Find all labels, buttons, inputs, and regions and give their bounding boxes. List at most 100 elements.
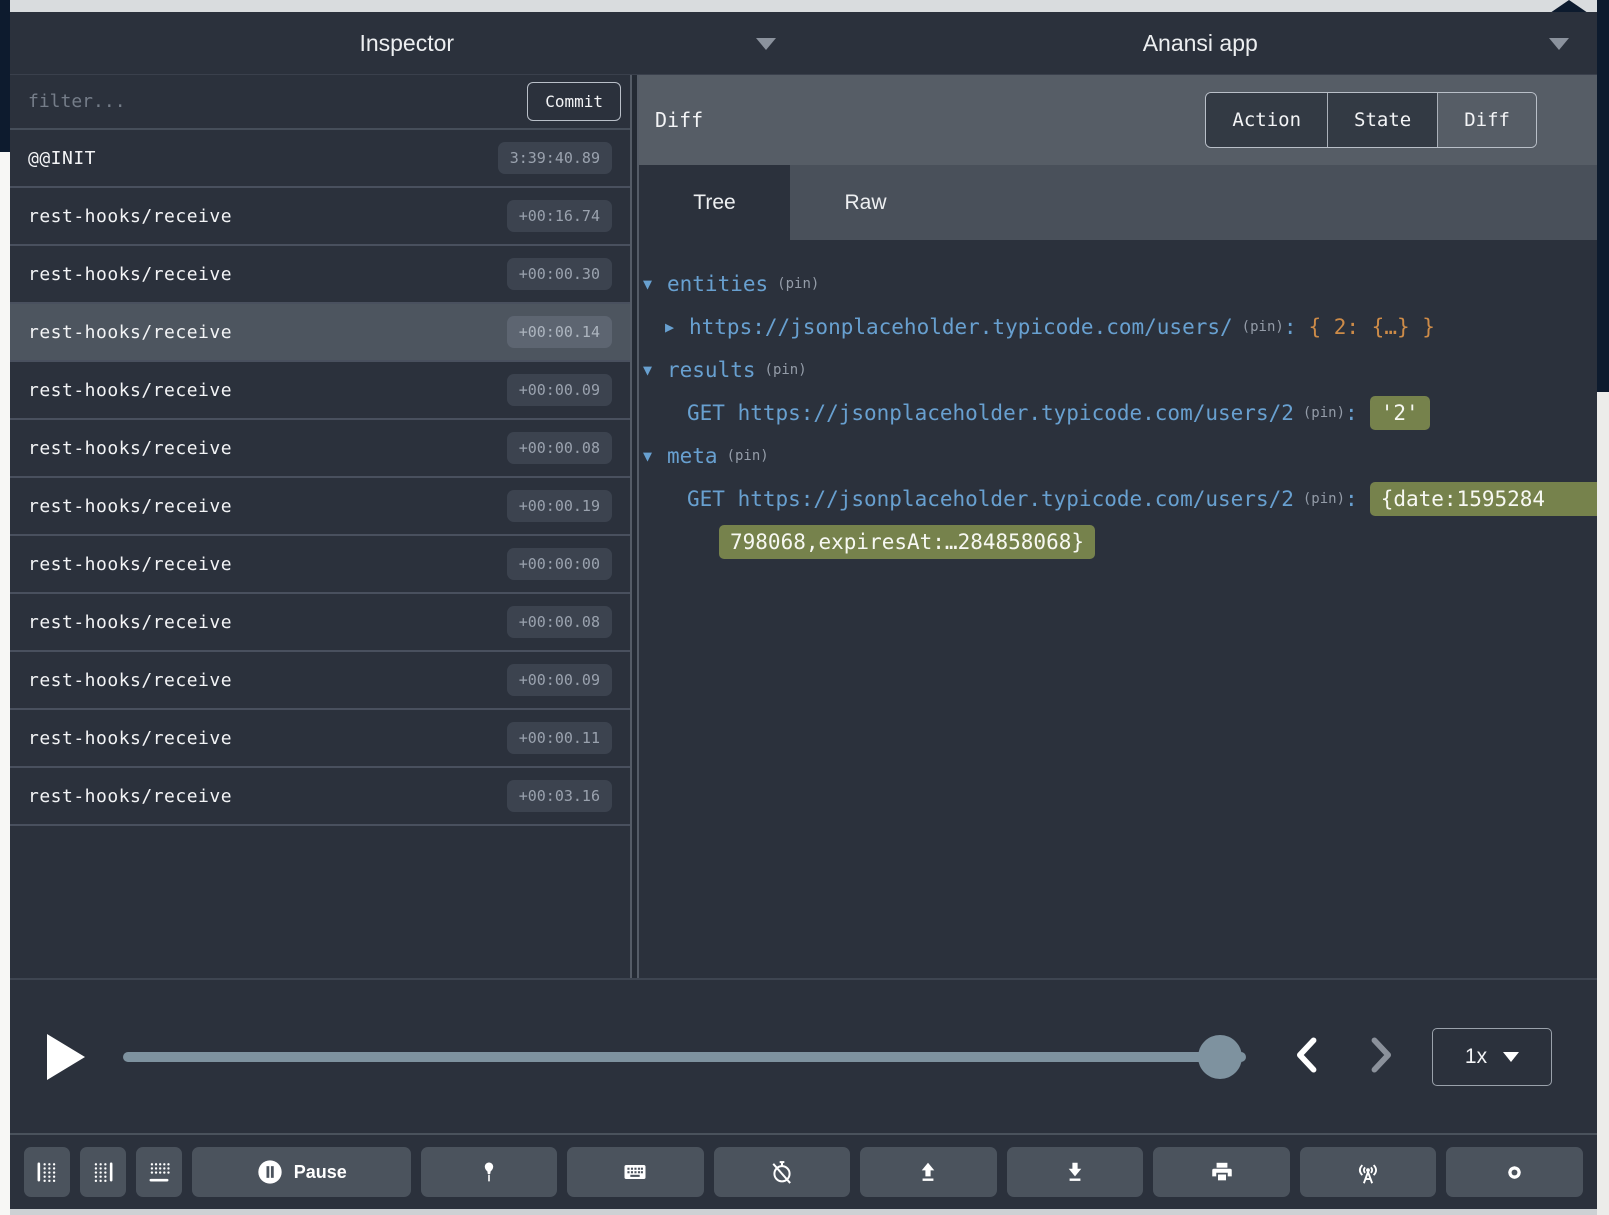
action-row[interactable]: rest-hooks/receive +00:00.09: [10, 362, 630, 420]
instance-selector[interactable]: Anansi app: [804, 12, 1598, 74]
tree-key[interactable]: results: [667, 358, 756, 382]
pin-link[interactable]: (pin): [1303, 491, 1345, 507]
download-icon: [1062, 1159, 1088, 1185]
timeline-thumb[interactable]: [1198, 1035, 1242, 1079]
action-row[interactable]: rest-hooks/receive +00:00.08: [10, 594, 630, 652]
timeline-slider[interactable]: [123, 1035, 1246, 1079]
step-back-button[interactable]: [1279, 1027, 1339, 1087]
action-row[interactable]: rest-hooks/receive +00:16.74: [10, 188, 630, 246]
action-row[interactable]: rest-hooks/receive +00:00.14: [10, 304, 630, 362]
action-timestamp-badge: +00:03.16: [507, 780, 612, 812]
chevron-down-icon: [1549, 38, 1569, 50]
tree-row: ▼entities (pin): [639, 262, 1597, 305]
action-timestamp-badge: +00:00:00: [507, 548, 612, 580]
diff-tree: ▼entities(pin)▶https://jsonplaceholder.t…: [639, 240, 1597, 978]
tab-raw[interactable]: Raw: [790, 165, 941, 240]
inspector-title: Diff: [655, 108, 703, 132]
dock-right-button[interactable]: [80, 1147, 126, 1197]
pause-button-label: Pause: [294, 1162, 347, 1183]
page-behind-left-white: [0, 152, 10, 1215]
tree-row: ▼results (pin): [639, 348, 1597, 391]
monitor-selector-label: Inspector: [359, 30, 454, 57]
broadcast-button[interactable]: [1300, 1147, 1437, 1197]
play-icon: [47, 1034, 85, 1080]
instance-selector-label: Anansi app: [1143, 30, 1258, 57]
tab-tree[interactable]: Tree: [639, 165, 790, 240]
collapse-arrow-icon[interactable]: ▼: [643, 361, 667, 379]
playback-speed-label: 1x: [1465, 1045, 1487, 1069]
page-behind-top-strip: [0, 0, 1609, 12]
dock-left-button[interactable]: [24, 1147, 70, 1197]
tree-row: GET https://jsonplaceholder.typicode.com…: [639, 391, 1597, 434]
timeline-track: [123, 1052, 1246, 1062]
view-tabs: Tree Raw: [639, 165, 1597, 240]
action-row[interactable]: rest-hooks/receive +00:03.16: [10, 768, 630, 826]
action-row[interactable]: rest-hooks/receive +00:00.30: [10, 246, 630, 304]
stopwatch-off-button[interactable]: [714, 1147, 851, 1197]
filter-input[interactable]: [10, 91, 527, 112]
tree-key[interactable]: GET https://jsonplaceholder.typicode.com…: [687, 401, 1294, 425]
tab-action[interactable]: Action: [1206, 93, 1328, 147]
tree-value: { 2: {…} }: [1308, 315, 1434, 339]
tree-key[interactable]: https://jsonplaceholder.typicode.com/use…: [689, 315, 1233, 339]
action-timestamp-badge: 3:39:40.89: [498, 142, 612, 174]
action-row[interactable]: rest-hooks/receive +00:00.08: [10, 420, 630, 478]
tab-diff[interactable]: Diff: [1438, 93, 1536, 147]
pin-link[interactable]: (pin): [1303, 405, 1345, 421]
action-type-label: rest-hooks/receive: [28, 612, 232, 633]
stopwatch-off-icon: [768, 1158, 796, 1186]
page-behind-bottom-strip: [10, 1209, 1597, 1215]
pin-button[interactable]: [421, 1147, 558, 1197]
action-row[interactable]: rest-hooks/receive +00:00.11: [10, 710, 630, 768]
action-timestamp-badge: +00:00.09: [507, 374, 612, 406]
collapse-arrow-icon[interactable]: ▼: [643, 275, 667, 293]
settings-gear-button[interactable]: [1446, 1147, 1583, 1197]
action-timestamp-badge: +00:16.74: [507, 200, 612, 232]
tree-row: 798068,expiresAt:…284858068}: [639, 520, 1597, 563]
monitor-selector[interactable]: Inspector: [10, 12, 804, 74]
action-timestamp-badge: +00:00.11: [507, 722, 612, 754]
keyboard-button[interactable]: [567, 1147, 704, 1197]
collapse-arrow-icon[interactable]: ▼: [643, 447, 667, 465]
action-row[interactable]: rest-hooks/receive +00:00.09: [10, 652, 630, 710]
action-row[interactable]: @@INIT 3:39:40.89: [10, 130, 630, 188]
pin-link[interactable]: (pin): [727, 448, 769, 464]
step-forward-button[interactable]: [1349, 1027, 1409, 1087]
inspector-mode-tabs: Action State Diff: [1205, 92, 1537, 148]
pin-link[interactable]: (pin): [765, 362, 807, 378]
page-behind-right-navy: [1597, 0, 1609, 392]
action-timestamp-badge: +00:00.08: [507, 606, 612, 638]
print-button[interactable]: [1153, 1147, 1290, 1197]
pause-button[interactable]: Pause: [192, 1147, 411, 1197]
dock-right-icon: [90, 1159, 116, 1185]
footer-toolbar: Pause: [10, 1133, 1597, 1209]
keyboard-icon: [621, 1158, 649, 1186]
commit-button[interactable]: Commit: [527, 82, 621, 121]
tree-key[interactable]: meta: [667, 444, 718, 468]
tree-key[interactable]: entities: [667, 272, 768, 296]
tree-value: '2': [1370, 396, 1430, 430]
action-type-label: rest-hooks/receive: [28, 438, 232, 459]
tab-state[interactable]: State: [1328, 93, 1438, 147]
dock-bottom-button[interactable]: [136, 1147, 182, 1197]
expand-arrow-icon[interactable]: ▶: [665, 318, 689, 336]
action-type-label: rest-hooks/receive: [28, 670, 232, 691]
playback-speed-select[interactable]: 1x: [1432, 1028, 1552, 1086]
pin-link[interactable]: (pin): [1242, 319, 1284, 335]
broadcast-icon: [1353, 1157, 1383, 1187]
chevron-down-icon: [1503, 1052, 1519, 1062]
panel-resize-divider[interactable]: [630, 75, 639, 978]
action-row[interactable]: rest-hooks/receive +00:00:00: [10, 536, 630, 594]
tree-key[interactable]: GET https://jsonplaceholder.typicode.com…: [687, 487, 1294, 511]
upload-button[interactable]: [860, 1147, 997, 1197]
pin-icon: [477, 1160, 501, 1184]
pin-link[interactable]: (pin): [777, 276, 819, 292]
action-row[interactable]: rest-hooks/receive +00:00.19: [10, 478, 630, 536]
play-button[interactable]: [35, 1027, 95, 1087]
tree-value: {date:1595284: [1370, 482, 1597, 516]
pause-icon: [256, 1158, 284, 1186]
download-button[interactable]: [1007, 1147, 1144, 1197]
upload-icon: [915, 1159, 941, 1185]
redux-devtools-panel: Inspector Anansi app Commit @@INIT 3:39:…: [10, 12, 1597, 1209]
action-type-label: rest-hooks/receive: [28, 786, 232, 807]
